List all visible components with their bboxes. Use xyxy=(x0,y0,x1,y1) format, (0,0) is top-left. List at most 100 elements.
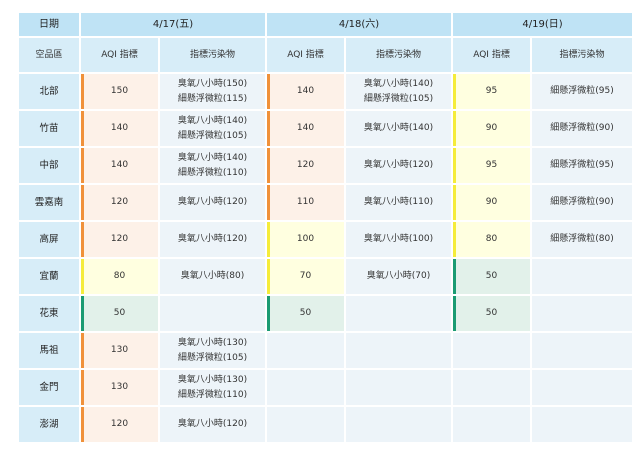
pollutant-cell xyxy=(532,333,633,368)
aqi-value: 100 xyxy=(267,222,345,257)
day-header-0: 4/17(五) xyxy=(81,13,266,36)
aqi-column-header: AQI 指標 xyxy=(81,38,158,72)
aqi-value: 120 xyxy=(81,407,158,442)
table-row: 澎湖 120 臭氧八小時(120) xyxy=(19,407,633,442)
aqi-value: 95 xyxy=(453,148,531,183)
aqi-value xyxy=(267,333,345,368)
pollutant-text: 細懸浮微粒(105) xyxy=(177,352,248,363)
pollutant-text: 細懸浮微粒(90) xyxy=(550,123,614,133)
aqi-column-header: AQI 指標 xyxy=(267,38,345,72)
pollutant-text: 臭氧八小時(120) xyxy=(177,419,248,429)
region-name: 雲嘉南 xyxy=(19,185,79,220)
aqi-value: 120 xyxy=(81,222,158,257)
pollutant-cell: 臭氧八小時(140) 細懸浮微粒(105) xyxy=(346,74,452,109)
aqi-value xyxy=(453,407,531,442)
pollutant-cell: 臭氧八小時(120) xyxy=(160,407,266,442)
aqi-value: 95 xyxy=(453,74,531,109)
aqi-value: 50 xyxy=(81,296,158,331)
area-label: 空品區 xyxy=(19,38,79,72)
region-name: 花東 xyxy=(19,296,79,331)
pollutant-cell: 細懸浮微粒(80) xyxy=(532,222,633,257)
pollutant-text: 臭氧八小時(140) xyxy=(177,152,248,163)
date-label: 日期 xyxy=(19,13,79,36)
pollutant-cell: 細懸浮微粒(95) xyxy=(532,148,633,183)
pollutant-cell: 臭氧八小時(140) xyxy=(346,111,452,146)
pollutant-column-header: 指標污染物 xyxy=(346,38,452,72)
day-header-1: 4/18(六) xyxy=(267,13,452,36)
date-header-row: 日期 4/17(五) 4/18(六) 4/19(日) xyxy=(19,13,633,36)
aqi-value: 50 xyxy=(267,296,345,331)
aqi-value xyxy=(267,407,345,442)
pollutant-cell: 臭氧八小時(110) xyxy=(346,185,452,220)
pollutant-cell: 臭氧八小時(120) xyxy=(346,148,452,183)
pollutant-text: 細懸浮微粒(90) xyxy=(550,197,614,207)
pollutant-cell: 細懸浮微粒(90) xyxy=(532,185,633,220)
pollutant-text: 臭氧八小時(120) xyxy=(177,197,248,207)
pollutant-text: 細懸浮微粒(95) xyxy=(550,86,614,96)
pollutant-text: 臭氧八小時(140) xyxy=(363,78,434,89)
pollutant-text: 臭氧八小時(150) xyxy=(177,78,248,89)
pollutant-cell xyxy=(532,296,633,331)
pollutant-text: 細懸浮微粒(105) xyxy=(177,130,248,141)
table-row: 馬祖 130 臭氧八小時(130) 細懸浮微粒(105) xyxy=(19,333,633,368)
region-name: 宜蘭 xyxy=(19,259,79,294)
pollutant-cell xyxy=(532,370,633,405)
pollutant-text: 臭氧八小時(70) xyxy=(366,271,431,281)
pollutant-cell: 臭氧八小時(70) xyxy=(346,259,452,294)
pollutant-cell xyxy=(346,407,452,442)
aqi-value: 120 xyxy=(267,148,345,183)
table-row: 花東 50 50 50 xyxy=(19,296,633,331)
pollutant-text: 臭氧八小時(130) xyxy=(177,374,248,385)
pollutant-cell xyxy=(532,259,633,294)
pollutant-text: 臭氧八小時(130) xyxy=(177,337,248,348)
pollutant-cell xyxy=(346,296,452,331)
pollutant-text: 臭氧八小時(100) xyxy=(363,234,434,244)
pollutant-text: 細懸浮微粒(110) xyxy=(177,167,248,178)
aqi-value: 140 xyxy=(81,111,158,146)
table-row: 竹苗 140 臭氧八小時(140) 細懸浮微粒(105) 140 臭氧八小時(140) 90… xyxy=(19,111,633,146)
pollutant-cell: 細懸浮微粒(90) xyxy=(532,111,633,146)
region-name: 澎湖 xyxy=(19,407,79,442)
table-row: 宜蘭 80 臭氧八小時(80) 70 臭氧八小時(70) 50 xyxy=(19,259,633,294)
pollutant-cell xyxy=(532,407,633,442)
pollutant-cell: 臭氧八小時(120) xyxy=(160,185,266,220)
pollutant-text: 臭氧八小時(140) xyxy=(363,123,434,133)
region-name: 高屏 xyxy=(19,222,79,257)
column-header-row: 空品區 AQI 指標 指標污染物 AQI 指標 指標污染物 AQI 指標 指標污… xyxy=(19,38,633,72)
aqi-value: 150 xyxy=(81,74,158,109)
aqi-value: 130 xyxy=(81,333,158,368)
region-name: 中部 xyxy=(19,148,79,183)
region-name: 竹苗 xyxy=(19,111,79,146)
pollutant-cell: 臭氧八小時(140) 細懸浮微粒(105) xyxy=(160,111,266,146)
aqi-value: 90 xyxy=(453,111,531,146)
pollutant-column-header: 指標污染物 xyxy=(532,38,633,72)
aqi-value: 50 xyxy=(453,296,531,331)
pollutant-text: 細懸浮微粒(95) xyxy=(550,160,614,170)
aqi-value: 80 xyxy=(81,259,158,294)
pollutant-column-header: 指標污染物 xyxy=(160,38,266,72)
table-row: 中部 140 臭氧八小時(140) 細懸浮微粒(110) 120 臭氧八小時(120) 95… xyxy=(19,148,633,183)
table-row: 雲嘉南 120 臭氧八小時(120) 110 臭氧八小時(110) 90 細懸浮微粒(90) xyxy=(19,185,633,220)
pollutant-text: 臭氧八小時(140) xyxy=(177,115,248,126)
pollutant-text: 細懸浮微粒(115) xyxy=(177,93,248,104)
aqi-value xyxy=(267,370,345,405)
pollutant-cell: 臭氧八小時(130) 細懸浮微粒(105) xyxy=(160,333,266,368)
aqi-value: 140 xyxy=(267,74,345,109)
aqi-value xyxy=(453,333,531,368)
aqi-value: 130 xyxy=(81,370,158,405)
aqi-value: 90 xyxy=(453,185,531,220)
pollutant-text: 臭氧八小時(80) xyxy=(180,271,245,281)
region-name: 北部 xyxy=(19,74,79,109)
table-row: 北部 150 臭氧八小時(150) 細懸浮微粒(115) 140 臭氧八小時(140) 細懸… xyxy=(19,74,633,109)
table-body: 北部 150 臭氧八小時(150) 細懸浮微粒(115) 140 臭氧八小時(140) 細懸… xyxy=(19,74,633,442)
day-header-2: 4/19(日) xyxy=(453,13,633,36)
table-row: 金門 130 臭氧八小時(130) 細懸浮微粒(110) xyxy=(19,370,633,405)
aqi-forecast-table: 日期 4/17(五) 4/18(六) 4/19(日) 空品區 AQI 指標 指標… xyxy=(17,11,634,444)
pollutant-text: 臭氧八小時(110) xyxy=(363,197,434,207)
aqi-value: 80 xyxy=(453,222,531,257)
pollutant-text: 細懸浮微粒(105) xyxy=(363,93,434,104)
aqi-value: 120 xyxy=(81,185,158,220)
aqi-value xyxy=(453,370,531,405)
table-row: 高屏 120 臭氧八小時(120) 100 臭氧八小時(100) 80 細懸浮微粒(80) xyxy=(19,222,633,257)
pollutant-cell: 臭氧八小時(150) 細懸浮微粒(115) xyxy=(160,74,266,109)
